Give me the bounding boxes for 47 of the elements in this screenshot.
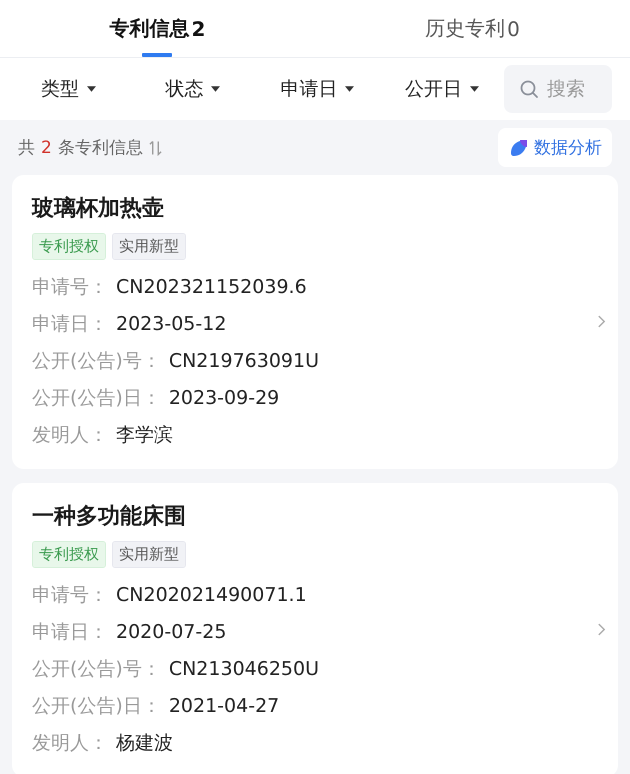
filter-dropdown[interactable]: 状态	[130, 70, 255, 108]
chevron-right-icon	[597, 314, 606, 329]
patent-title: 一种多功能床围	[32, 503, 187, 531]
field-label: 申请日：	[32, 312, 108, 336]
patent-card[interactable]: 玻璃杯加热壶 专利授权 实用新型 申请号： CN202321152039.6 申请日： 2023-05-12 公开(公告)号： CN219763091U 公开(公告)日： 2023-09-29 发明人： 李学滨	[12, 175, 618, 469]
field-value: 李学滨	[116, 422, 173, 448]
patent-card[interactable]: 一种多功能床围 专利授权 实用新型 申请号： CN202021490071.1 申请日： 2020-07-25 公开(公告)号： CN213046250U 公开(公告)日： 2021-04-27 发明人： 杨建波	[12, 483, 618, 774]
tag: 专利授权	[32, 233, 106, 260]
field-label: 发明人：	[32, 730, 108, 756]
sort-icon[interactable]	[148, 138, 162, 156]
field-label: 申请号：	[32, 274, 108, 300]
data-analysis-button[interactable]: 数据分析	[498, 128, 612, 167]
field-value: CN202321152039.6	[116, 276, 307, 298]
field-value: CN219763091U	[168, 350, 320, 372]
count-text: 2	[41, 138, 52, 158]
field-label: 公开(公告)号：	[32, 656, 161, 682]
summary-text: 共	[18, 137, 35, 159]
filter-dropdown[interactable]: 类型	[6, 70, 130, 108]
field-label: 公开(公告)日：	[32, 694, 161, 718]
summary-text: 条专利信息	[58, 137, 143, 159]
field-value: 2021-04-27	[168, 694, 280, 716]
field-value: 2023-09-29	[168, 386, 280, 408]
search-field[interactable]: 搜索	[504, 65, 612, 113]
caret-icon	[470, 86, 479, 92]
tab[interactable]: 专利信息2	[0, 0, 315, 57]
caret-icon	[345, 86, 354, 92]
field-label: 公开(公告)号：	[32, 348, 161, 374]
field-value: 杨建波	[116, 730, 173, 756]
tag: 专利授权	[32, 541, 106, 568]
field-value: 2023-05-12	[116, 312, 226, 334]
tag: 实用新型	[112, 541, 186, 568]
filter-dropdown[interactable]: 公开日	[380, 70, 504, 108]
filter-dropdown[interactable]: 申请日	[255, 70, 380, 108]
active-tab-indicator	[142, 53, 172, 57]
field-value: 2020-07-25	[116, 620, 226, 642]
field-label: 申请日：	[32, 620, 108, 644]
field-label: 申请号：	[32, 582, 108, 608]
caret-icon	[211, 86, 220, 92]
tag: 实用新型	[112, 233, 186, 260]
field-value: CN213046250U	[168, 658, 320, 680]
caret-icon	[86, 86, 96, 92]
chevron-right-icon	[597, 622, 606, 637]
tab[interactable]: 历史专利 0	[315, 0, 630, 57]
patent-title: 玻璃杯加热壶	[32, 194, 165, 223]
field-label: 发明人：	[32, 422, 108, 448]
field-label: 公开(公告)日：	[32, 386, 161, 410]
field-value: CN202021490071.1	[116, 584, 307, 606]
